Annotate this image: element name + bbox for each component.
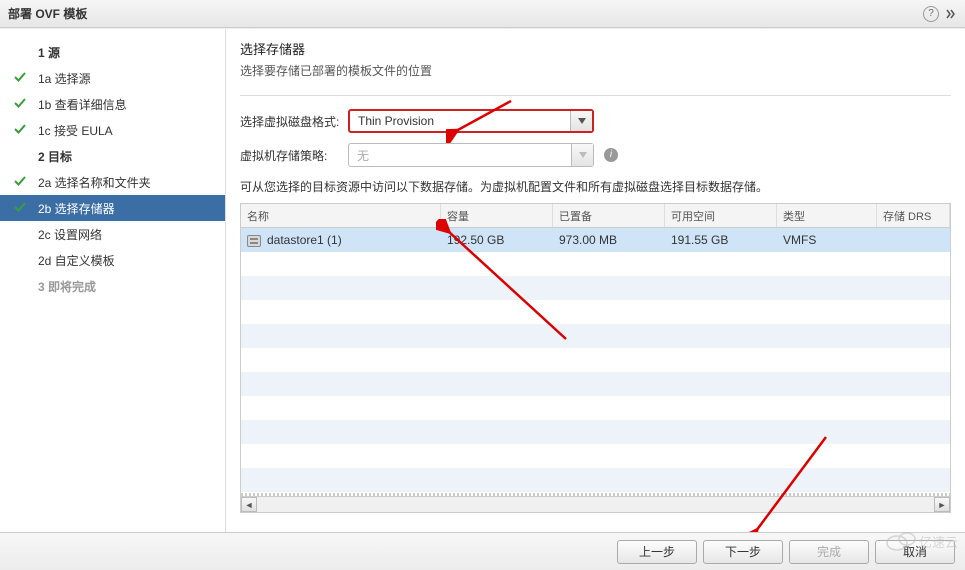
step-label: 2 目标: [38, 148, 72, 165]
datastore-icon: [247, 235, 261, 247]
col-type[interactable]: 类型: [777, 204, 877, 227]
wizard-sidebar: 1 源 1a 选择源 1b 查看详细信息 1c 接受 EULA 2 目标 2a …: [0, 29, 226, 532]
table-row: [241, 372, 950, 396]
step-select-name-folder[interactable]: 2a 选择名称和文件夹: [0, 169, 225, 195]
check-icon: [10, 122, 30, 139]
step-label: 2b 选择存储器: [38, 200, 115, 217]
instruction-text: 可从您选择的目标资源中访问以下数据存储。为虚拟机配置文件和所有虚拟磁盘选择目标数…: [240, 178, 951, 195]
datastore-table: 名称 容量 已置备 可用空间 类型 存储 DRS datastore1 (1) …: [240, 203, 951, 513]
check-icon: [10, 96, 30, 113]
col-free[interactable]: 可用空间: [665, 204, 777, 227]
cell-name: datastore1 (1): [241, 233, 441, 247]
table-row: [241, 324, 950, 348]
table-row: [241, 468, 950, 492]
step-select-source[interactable]: 1a 选择源: [0, 65, 225, 91]
step-ready-complete: 3 即将完成: [0, 273, 225, 299]
step-source[interactable]: 1 源: [0, 39, 225, 65]
step-label: 1b 查看详细信息: [38, 96, 127, 113]
disk-format-select[interactable]: Thin Provision: [348, 109, 594, 133]
disk-format-label: 选择虚拟磁盘格式:: [240, 113, 348, 130]
cell-provisioned: 973.00 MB: [553, 233, 665, 247]
cell-capacity: 192.50 GB: [441, 233, 553, 247]
scroll-left-icon[interactable]: ◄: [241, 497, 257, 512]
wizard-body: 1 源 1a 选择源 1b 查看详细信息 1c 接受 EULA 2 目标 2a …: [0, 28, 965, 532]
table-row: [241, 300, 950, 324]
info-icon[interactable]: i: [604, 148, 618, 162]
step-accept-eula[interactable]: 1c 接受 EULA: [0, 117, 225, 143]
help-icon[interactable]: ?: [923, 6, 939, 22]
table-row[interactable]: datastore1 (1) 192.50 GB 973.00 MB 191.5…: [241, 228, 950, 252]
table-row: [241, 252, 950, 276]
collapse-icon[interactable]: [945, 8, 957, 20]
step-label: 1a 选择源: [38, 70, 91, 87]
check-icon: [10, 174, 30, 191]
chevron-down-icon[interactable]: [570, 111, 592, 131]
watermark-logo: 亿速云: [883, 525, 961, 558]
horizontal-scrollbar[interactable]: ◄ ►: [241, 496, 950, 512]
content-pane: 选择存储器 选择要存储已部署的模板文件的位置 选择虚拟磁盘格式: Thin Pr…: [226, 29, 965, 532]
col-provisioned[interactable]: 已置备: [553, 204, 665, 227]
page-subtitle: 选择要存储已部署的模板文件的位置: [240, 62, 951, 79]
disk-format-value: Thin Provision: [350, 114, 570, 128]
step-customize-template: 2d 自定义模板: [0, 247, 225, 273]
table-row: [241, 420, 950, 444]
table-body: datastore1 (1) 192.50 GB 973.00 MB 191.5…: [241, 228, 950, 493]
chevron-down-icon: [571, 144, 593, 166]
table-row: [241, 444, 950, 468]
window-title: 部署 OVF 模板: [8, 5, 87, 22]
storage-policy-value: 无: [349, 147, 571, 164]
title-bar: 部署 OVF 模板 ?: [0, 0, 965, 28]
step-label: 3 即将完成: [38, 278, 96, 295]
table-row: [241, 396, 950, 420]
scroll-right-icon[interactable]: ►: [934, 497, 950, 512]
col-name[interactable]: 名称: [241, 204, 441, 227]
step-review-details[interactable]: 1b 查看详细信息: [0, 91, 225, 117]
storage-policy-label: 虚拟机存储策略:: [240, 147, 348, 164]
step-select-storage[interactable]: 2b 选择存储器: [0, 195, 225, 221]
col-drs[interactable]: 存储 DRS: [877, 204, 950, 227]
table-row: [241, 276, 950, 300]
storage-policy-select: 无: [348, 143, 594, 167]
step-setup-network: 2c 设置网络: [0, 221, 225, 247]
table-row: [241, 348, 950, 372]
page-title: 选择存储器: [240, 39, 951, 58]
col-capacity[interactable]: 容量: [441, 204, 553, 227]
cell-type: VMFS: [777, 233, 877, 247]
step-label: 2c 设置网络: [38, 226, 102, 243]
cell-free: 191.55 GB: [665, 233, 777, 247]
check-icon: [10, 70, 30, 87]
svg-text:亿速云: 亿速云: [919, 535, 958, 550]
step-label: 2d 自定义模板: [38, 252, 115, 269]
step-label: 1 源: [38, 44, 60, 61]
table-header: 名称 容量 已置备 可用空间 类型 存储 DRS: [241, 204, 950, 228]
step-target[interactable]: 2 目标: [0, 143, 225, 169]
wizard-footer: 上一步 下一步 完成 取消: [0, 532, 965, 570]
step-label: 2a 选择名称和文件夹: [38, 174, 151, 191]
check-icon: [10, 200, 30, 217]
step-label: 1c 接受 EULA: [38, 122, 113, 139]
